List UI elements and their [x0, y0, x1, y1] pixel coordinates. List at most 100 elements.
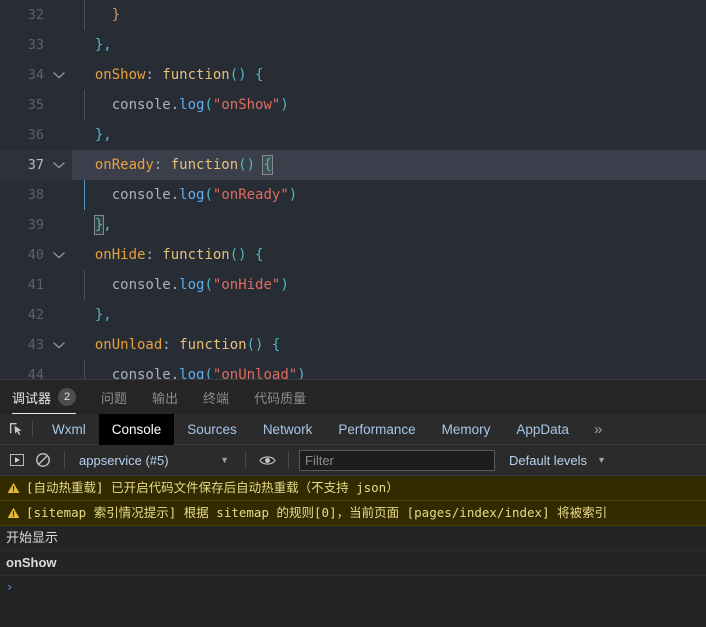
- eye-icon[interactable]: [256, 449, 278, 471]
- code-line[interactable]: 44 console.log("onUnload"): [0, 360, 706, 379]
- devtools-tab-wxml[interactable]: Wxml: [39, 414, 99, 445]
- devtools-tab-sources[interactable]: Sources: [174, 414, 250, 445]
- code-text[interactable]: },: [72, 300, 706, 330]
- panel-tab-4[interactable]: 终端: [203, 380, 240, 414]
- editor-gutter: 34: [0, 60, 72, 90]
- clear-console-icon[interactable]: [32, 449, 54, 471]
- panel-tab-2[interactable]: 问题: [101, 380, 138, 414]
- toolbar-divider: [64, 451, 65, 469]
- devtools-tab-console[interactable]: Console: [98, 413, 175, 445]
- console-warning-row[interactable]: [sitemap 索引情况提示] 根据 sitemap 的规则[0]，当前页面 …: [0, 501, 706, 526]
- code-text[interactable]: console.log("onHide"): [72, 270, 706, 300]
- console-log-row[interactable]: onShow: [0, 551, 706, 576]
- code-token: log: [179, 187, 205, 203]
- code-text[interactable]: },: [72, 210, 706, 240]
- code-text[interactable]: console.log("onUnload"): [72, 360, 706, 379]
- line-number: 34: [27, 67, 44, 83]
- inspect-cursor-icon[interactable]: [4, 417, 28, 441]
- log-levels-select[interactable]: Default levels ▼: [509, 453, 606, 468]
- chevron-down-icon: ▼: [597, 455, 606, 465]
- code-token: "onUnload": [212, 367, 298, 379]
- console-prompt[interactable]: ›: [0, 576, 706, 604]
- code-text[interactable]: onShow: function() {: [72, 60, 706, 90]
- chevron-down-icon[interactable]: [46, 250, 72, 261]
- console-filter-input[interactable]: [299, 449, 495, 471]
- code-text[interactable]: },: [72, 120, 706, 150]
- line-number: 43: [27, 337, 44, 353]
- code-token: function: [162, 247, 230, 263]
- panel-tab-1[interactable]: 调试器 2: [12, 380, 87, 414]
- devtools-tab-appdata[interactable]: AppData: [503, 414, 582, 445]
- code-text[interactable]: onUnload: function() {: [72, 330, 706, 360]
- line-number: 39: [27, 217, 44, 233]
- code-token: .: [170, 187, 180, 203]
- minipgrogram-ide-window: 32 } 33 }, 34 onShow: function() {35 conso…: [0, 0, 706, 627]
- console-warning-row[interactable]: [自动热重载] 已开启代码文件保存后自动热重载（不支持 json）: [0, 476, 706, 501]
- code-text[interactable]: onHide: function() {: [72, 240, 706, 270]
- code-line[interactable]: 43 onUnload: function() {: [0, 330, 706, 360]
- line-number: 32: [27, 7, 44, 23]
- chevron-down-icon[interactable]: [46, 70, 72, 81]
- code-line[interactable]: 42 },: [0, 300, 706, 330]
- devtools-tab-memory[interactable]: Memory: [429, 414, 504, 445]
- console-context-select[interactable]: appservice (#5) ▼: [75, 450, 235, 471]
- console-message-text: onShow: [6, 555, 57, 570]
- code-token: ,: [103, 217, 112, 233]
- editor-gutter: 42: [0, 300, 72, 330]
- code-text[interactable]: },: [72, 30, 706, 60]
- code-text[interactable]: }: [72, 0, 706, 30]
- code-token: .: [170, 367, 180, 379]
- code-token: ): [297, 367, 306, 379]
- console-message-text: [自动热重载] 已开启代码文件保存后自动热重载（不支持 json）: [26, 480, 399, 495]
- code-line[interactable]: 33 },: [0, 30, 706, 60]
- code-token: log: [179, 367, 205, 379]
- play-boxed-icon[interactable]: [6, 449, 28, 471]
- code-line[interactable]: 37 onReady: function() {: [0, 150, 706, 180]
- chevron-down-icon[interactable]: [46, 160, 72, 171]
- code-token: (): [246, 337, 264, 353]
- console-log-row[interactable]: 开始显示: [0, 526, 706, 551]
- panel-tab-3[interactable]: 输出: [152, 380, 189, 414]
- code-line[interactable]: 34 onShow: function() {: [0, 60, 706, 90]
- code-token: :: [145, 67, 163, 83]
- code-token: (): [229, 247, 247, 263]
- console-message-list[interactable]: [自动热重载] 已开启代码文件保存后自动热重载（不支持 json） [sitema…: [0, 476, 706, 627]
- code-token: {: [246, 247, 264, 263]
- line-number: 36: [27, 127, 44, 143]
- code-line[interactable]: 39 },: [0, 210, 706, 240]
- code-token: "onReady": [212, 187, 289, 203]
- devtools-tab-performance[interactable]: Performance: [325, 414, 428, 445]
- code-text[interactable]: console.log("onShow"): [72, 90, 706, 120]
- code-line[interactable]: 40 onHide: function() {: [0, 240, 706, 270]
- editor-gutter: 39: [0, 210, 72, 240]
- code-line[interactable]: 32 }: [0, 0, 706, 30]
- panel-tab-label: 调试器: [12, 390, 52, 406]
- devtools-tab-network[interactable]: Network: [250, 414, 326, 445]
- line-number: 40: [27, 247, 44, 263]
- panel-tab-5[interactable]: 代码质量: [254, 380, 317, 414]
- devtools-pane: Wxml Console Sources Network Performance Memo…: [0, 413, 706, 627]
- toolbar-divider: [245, 451, 246, 469]
- code-token: (): [238, 157, 256, 173]
- code-text[interactable]: console.log("onReady"): [72, 180, 706, 210]
- code-text[interactable]: onReady: function() {: [72, 150, 706, 180]
- code-editor[interactable]: 32 } 33 }, 34 onShow: function() {35 conso…: [0, 0, 706, 379]
- code-line[interactable]: 36 },: [0, 120, 706, 150]
- code-line[interactable]: 38 console.log("onReady"): [0, 180, 706, 210]
- toolbar-divider: [32, 421, 33, 437]
- more-tabs-button[interactable]: »: [582, 421, 614, 438]
- panel-tab-bar: 调试器 2 问题 输出 终端 代码质量: [0, 379, 706, 414]
- chevron-down-icon[interactable]: [46, 340, 72, 351]
- code-line[interactable]: 35 console.log("onShow"): [0, 90, 706, 120]
- code-line[interactable]: 41 console.log("onHide"): [0, 270, 706, 300]
- editor-gutter: 44: [0, 360, 72, 379]
- code-token: },: [94, 127, 112, 143]
- code-token: onUnload: [94, 337, 163, 353]
- code-token: .: [170, 97, 180, 113]
